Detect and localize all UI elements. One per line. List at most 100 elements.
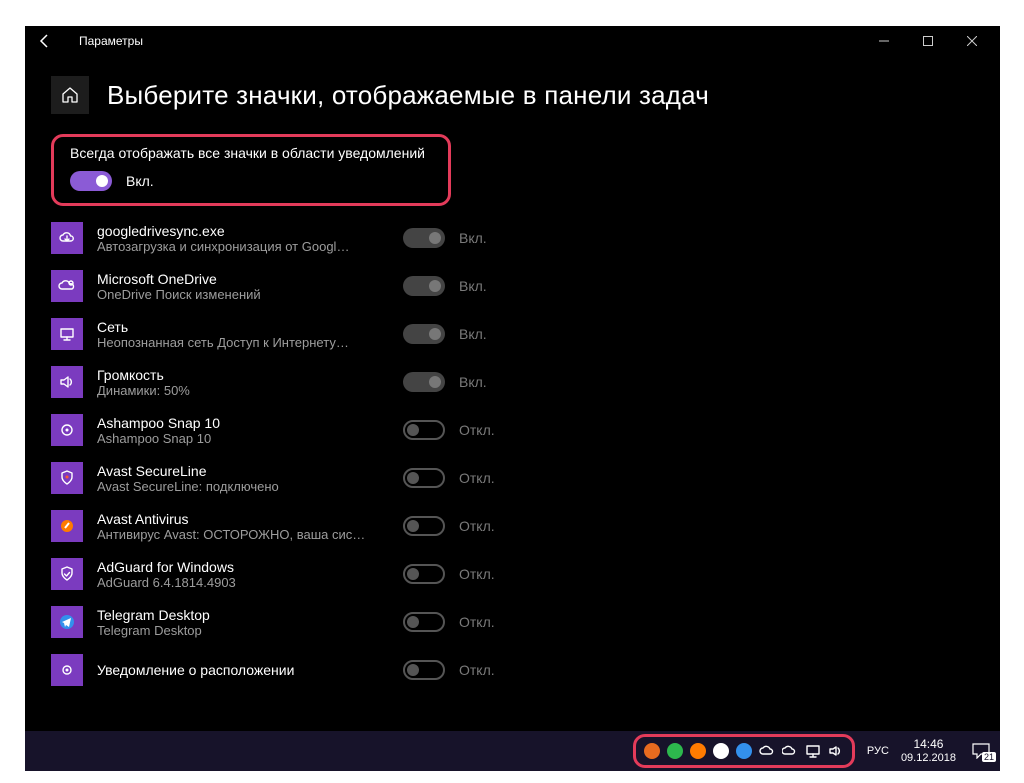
adguard-icon[interactable] bbox=[667, 743, 683, 759]
close-icon bbox=[967, 36, 977, 46]
gdrive-icon[interactable] bbox=[759, 743, 775, 759]
content-area: Выберите значки, отображаемые в панели з… bbox=[25, 56, 1000, 746]
list-item: AdGuard for WindowsAdGuard 6.4.1814.4903… bbox=[51, 552, 974, 600]
master-toggle-state: Вкл. bbox=[126, 173, 154, 189]
system-tray bbox=[633, 734, 855, 768]
maximize-icon bbox=[923, 36, 933, 46]
item-name: Microsoft OneDrive bbox=[97, 271, 367, 287]
page-header: Выберите значки, отображаемые в панели з… bbox=[51, 76, 974, 114]
item-control: Откл. bbox=[403, 660, 495, 680]
item-name: googledrivesync.exe bbox=[97, 223, 367, 239]
window-controls bbox=[862, 27, 994, 55]
master-toggle[interactable] bbox=[70, 171, 112, 191]
item-name: Avast Antivirus bbox=[97, 511, 367, 527]
item-control: Откл. bbox=[403, 420, 495, 440]
item-sub: Антивирус Avast: ОСТОРОЖНО, ваша сис… bbox=[97, 527, 367, 542]
item-control: Вкл. bbox=[403, 228, 487, 248]
page-title: Выберите значки, отображаемые в панели з… bbox=[107, 80, 709, 111]
item-control: Откл. bbox=[403, 612, 495, 632]
item-toggle-state: Откл. bbox=[459, 518, 495, 534]
item-text: Telegram DesktopTelegram Desktop bbox=[97, 607, 367, 638]
item-sub: AdGuard 6.4.1814.4903 bbox=[97, 575, 367, 590]
item-toggle-state: Вкл. bbox=[459, 374, 487, 390]
avast-icon[interactable] bbox=[690, 743, 706, 759]
item-text: Уведомление о расположении bbox=[97, 662, 367, 678]
home-icon bbox=[61, 86, 79, 104]
item-toggle[interactable] bbox=[403, 660, 445, 680]
item-text: Avast SecureLineAvast SecureLine: подклю… bbox=[97, 463, 367, 494]
telegram-icon[interactable] bbox=[736, 743, 752, 759]
item-toggle[interactable] bbox=[403, 372, 445, 392]
item-text: Ashampoo Snap 10Ashampoo Snap 10 bbox=[97, 415, 367, 446]
list-item: Уведомление о расположении Откл. bbox=[51, 648, 974, 696]
item-control: Откл. bbox=[403, 468, 495, 488]
language-indicator[interactable]: РУС bbox=[861, 745, 895, 757]
master-toggle-section: Всегда отображать все значки в области у… bbox=[51, 134, 451, 206]
home-button[interactable] bbox=[51, 76, 89, 114]
maximize-button[interactable] bbox=[906, 27, 950, 55]
secureline-icon[interactable] bbox=[713, 743, 729, 759]
item-name: Ashampoo Snap 10 bbox=[97, 415, 367, 431]
window-title: Параметры bbox=[79, 34, 143, 48]
clock[interactable]: 14:46 09.12.2018 bbox=[895, 737, 962, 765]
item-control: Вкл. bbox=[403, 372, 487, 392]
item-toggle[interactable] bbox=[403, 276, 445, 296]
list-item: Ashampoo Snap 10Ashampoo Snap 10 Откл. bbox=[51, 408, 974, 456]
minimize-button[interactable] bbox=[862, 27, 906, 55]
item-control: Откл. bbox=[403, 516, 495, 536]
close-button[interactable] bbox=[950, 27, 994, 55]
item-toggle[interactable] bbox=[403, 468, 445, 488]
list-item: СетьНеопознанная сеть Доступ к Интернету… bbox=[51, 312, 974, 360]
titlebar: Параметры bbox=[25, 26, 1000, 56]
item-toggle-state: Откл. bbox=[459, 566, 495, 582]
item-toggle[interactable] bbox=[403, 324, 445, 344]
item-toggle-state: Вкл. bbox=[459, 230, 487, 246]
item-toggle-state: Откл. bbox=[459, 662, 495, 678]
action-center-button[interactable]: 21 bbox=[966, 738, 996, 764]
item-toggle-state: Вкл. bbox=[459, 326, 487, 342]
notification-badge: 21 bbox=[982, 752, 996, 762]
item-text: СетьНеопознанная сеть Доступ к Интернету… bbox=[97, 319, 367, 350]
taskbar: РУС 14:46 09.12.2018 21 bbox=[25, 731, 1000, 771]
item-sub: Ashampoo Snap 10 bbox=[97, 431, 367, 446]
app-icon bbox=[51, 510, 83, 542]
clock-date: 09.12.2018 bbox=[901, 751, 956, 765]
clock-time: 14:46 bbox=[901, 737, 956, 751]
network-icon[interactable] bbox=[805, 743, 821, 759]
item-text: googledrivesync.exeАвтозагрузка и синхро… bbox=[97, 223, 367, 254]
item-name: Уведомление о расположении bbox=[97, 662, 367, 678]
back-button[interactable] bbox=[31, 27, 59, 55]
item-toggle-state: Вкл. bbox=[459, 278, 487, 294]
app-icon bbox=[51, 414, 83, 446]
item-toggle[interactable] bbox=[403, 612, 445, 632]
volume-icon[interactable] bbox=[828, 743, 844, 759]
list-item: Avast SecureLineAvast SecureLine: подклю… bbox=[51, 456, 974, 504]
item-sub: Telegram Desktop bbox=[97, 623, 367, 638]
item-toggle[interactable] bbox=[403, 516, 445, 536]
app-icon bbox=[51, 366, 83, 398]
item-toggle-state: Откл. bbox=[459, 614, 495, 630]
item-toggle[interactable] bbox=[403, 564, 445, 584]
item-toggle[interactable] bbox=[403, 420, 445, 440]
item-control: Откл. bbox=[403, 564, 495, 584]
item-text: Avast AntivirusАнтивирус Avast: ОСТОРОЖН… bbox=[97, 511, 367, 542]
item-sub: Неопознанная сеть Доступ к Интернету… bbox=[97, 335, 367, 350]
list-item: Microsoft OneDriveOneDrive Поиск изменен… bbox=[51, 264, 974, 312]
item-name: Сеть bbox=[97, 319, 367, 335]
item-sub: Динамики: 50% bbox=[97, 383, 367, 398]
master-toggle-label: Всегда отображать все значки в области у… bbox=[70, 145, 432, 161]
app-icon bbox=[51, 606, 83, 638]
item-sub: OneDrive Поиск изменений bbox=[97, 287, 367, 302]
app-icon bbox=[51, 654, 83, 686]
snap-icon[interactable] bbox=[644, 743, 660, 759]
item-name: Avast SecureLine bbox=[97, 463, 367, 479]
item-name: Громкость bbox=[97, 367, 367, 383]
minimize-icon bbox=[879, 36, 889, 46]
settings-window: Параметры Выберите значки, отображаемые … bbox=[25, 26, 1000, 746]
item-name: AdGuard for Windows bbox=[97, 559, 367, 575]
item-toggle[interactable] bbox=[403, 228, 445, 248]
item-sub: Автозагрузка и синхронизация от Googl… bbox=[97, 239, 367, 254]
list-item: googledrivesync.exeАвтозагрузка и синхро… bbox=[51, 216, 974, 264]
item-sub: Avast SecureLine: подключено bbox=[97, 479, 367, 494]
onedrive-icon[interactable] bbox=[782, 743, 798, 759]
